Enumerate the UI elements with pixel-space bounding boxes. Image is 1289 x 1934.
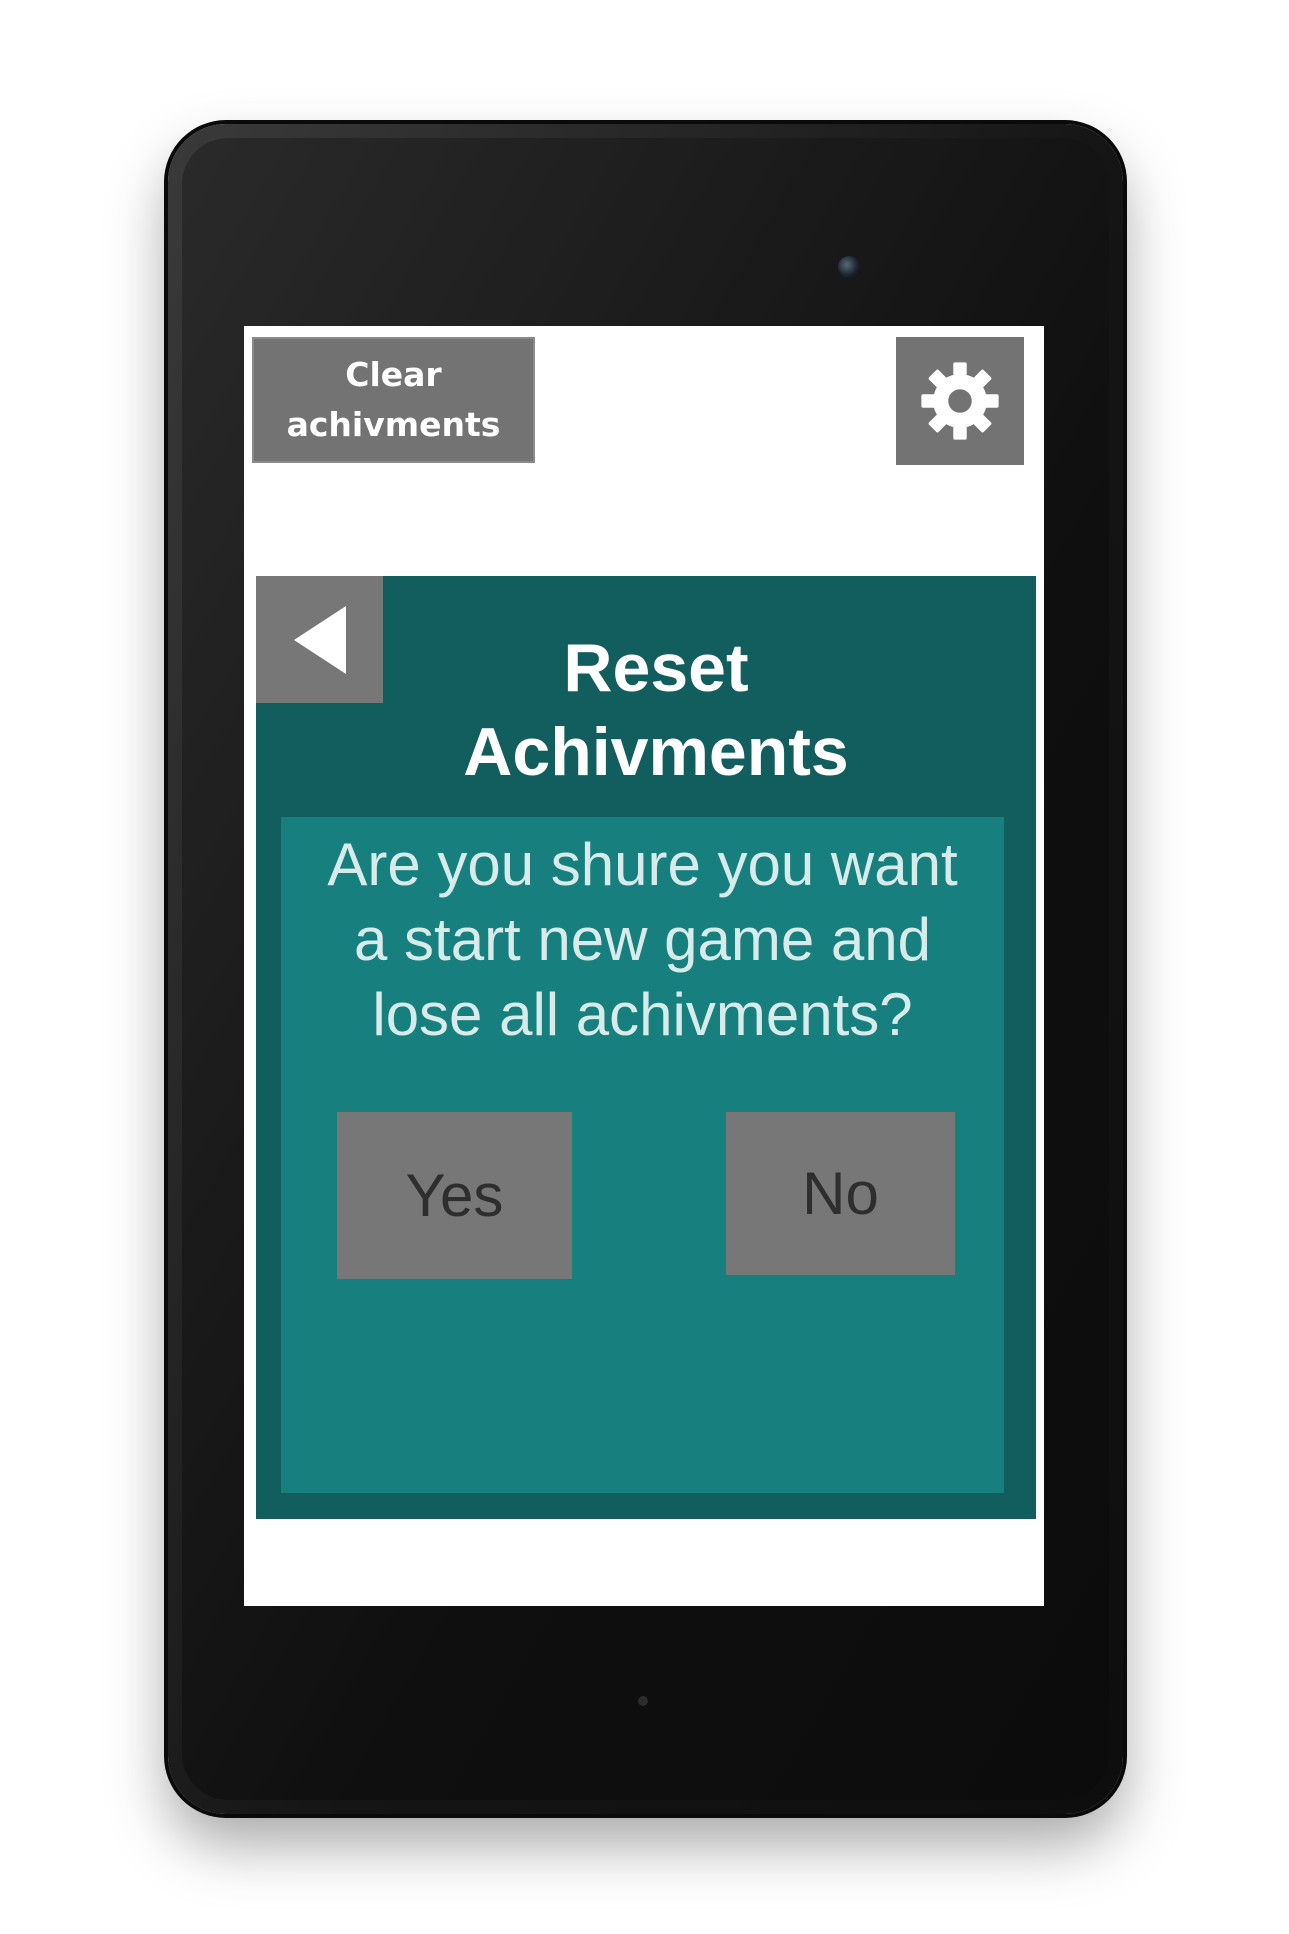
confirm-dialog: Are you shure you want a start new game … bbox=[281, 817, 1004, 1493]
back-arrow-icon bbox=[294, 606, 346, 674]
clear-label-line2: achivments bbox=[286, 405, 501, 444]
reset-achivments-panel: Reset Achivments Are you shure you want … bbox=[256, 576, 1036, 1519]
no-button[interactable]: No bbox=[726, 1112, 955, 1275]
proximity-sensor bbox=[638, 1696, 648, 1706]
app-screen: Clear achivments Reset Achivments Are yo… bbox=[244, 326, 1044, 1606]
no-label: No bbox=[802, 1160, 879, 1227]
front-camera bbox=[838, 256, 860, 278]
yes-button[interactable]: Yes bbox=[337, 1112, 572, 1279]
confirm-question: Are you shure you want a start new game … bbox=[291, 827, 994, 1052]
clear-label-line1: Clear bbox=[345, 355, 442, 394]
settings-button[interactable] bbox=[896, 337, 1024, 465]
clear-achivments-button[interactable]: Clear achivments bbox=[252, 337, 535, 463]
title-line1: Reset bbox=[563, 630, 749, 706]
gear-icon bbox=[921, 362, 999, 440]
yes-label: Yes bbox=[405, 1162, 504, 1229]
question-line1: Are you shure you want bbox=[327, 831, 958, 898]
panel-title: Reset Achivments bbox=[376, 626, 936, 794]
clear-achivments-label: Clear achivments bbox=[287, 350, 501, 450]
back-button[interactable] bbox=[256, 576, 383, 703]
title-line2: Achivments bbox=[463, 714, 849, 790]
question-line2: a start new game and bbox=[353, 906, 931, 973]
question-line3: lose all achivments? bbox=[372, 981, 913, 1048]
